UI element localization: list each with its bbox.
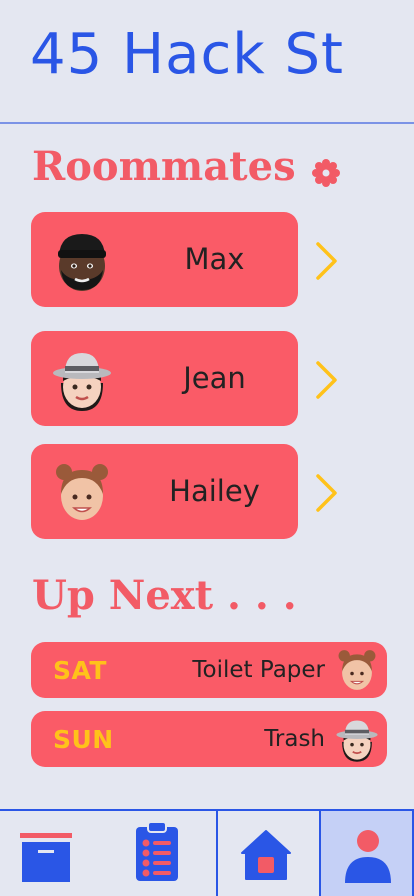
roommate-name: Max (184, 242, 245, 276)
chore-day: SAT (53, 656, 107, 685)
calendar-icon (20, 833, 72, 882)
roommate-name: Hailey (169, 474, 260, 508)
clipboard-list-icon (136, 821, 178, 881)
roommate-card-hailey[interactable]: Hailey (31, 444, 298, 539)
roommate-name: Jean (183, 361, 246, 395)
chore-card-sun[interactable]: SUN Trash (31, 711, 387, 767)
nav-tab-calendar[interactable] (0, 809, 108, 896)
chore-task: Toilet Paper (192, 657, 325, 683)
chore-card-sat[interactable]: SAT Toilet Paper (31, 642, 387, 698)
roommate-card-jean[interactable]: Jean (31, 331, 298, 426)
chevron-right-icon[interactable] (314, 240, 340, 282)
bottom-nav (0, 809, 414, 896)
woman-buns-avatar (56, 464, 108, 520)
chevron-right-icon[interactable] (314, 472, 340, 514)
nav-tab-home[interactable] (218, 809, 319, 896)
house-title: 45 Hack St (30, 22, 345, 87)
roommates-title: Roommates (32, 143, 296, 190)
gear-icon[interactable] (311, 158, 341, 188)
woman-hat-avatar (53, 353, 111, 411)
nav-tab-profile[interactable] (319, 809, 414, 896)
man-beanie-avatar (58, 234, 106, 291)
home-icon (241, 830, 291, 880)
header: 45 Hack St (0, 0, 414, 124)
nav-tab-tasks[interactable] (108, 809, 218, 896)
chore-day: SUN (53, 725, 114, 754)
profile-icon (345, 830, 391, 883)
chevron-right-icon[interactable] (314, 359, 340, 401)
chore-task: Trash (264, 726, 325, 752)
roommate-card-max[interactable]: Max (31, 212, 298, 307)
woman-hat-avatar (336, 720, 378, 762)
up-next-title: Up Next . . . (32, 572, 297, 619)
woman-buns-avatar (338, 650, 376, 690)
